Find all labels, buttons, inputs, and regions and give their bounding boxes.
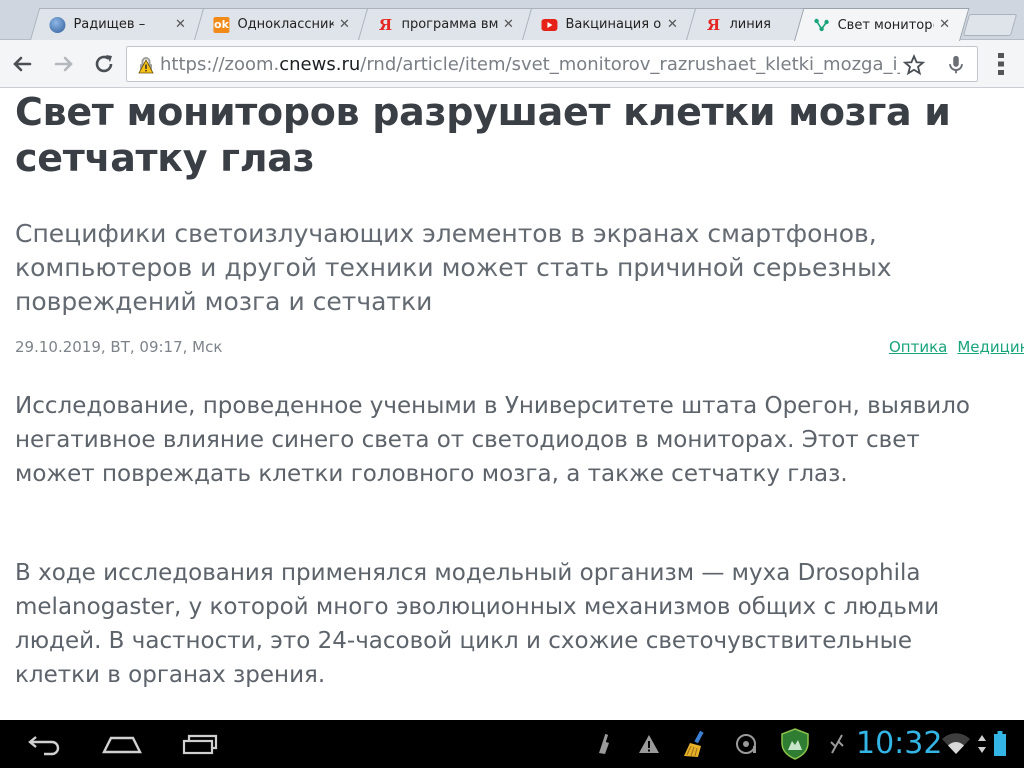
usb-debug-icon[interactable] bbox=[826, 720, 848, 768]
cnews-icon bbox=[814, 17, 830, 33]
url-path: /rnd/article/item/svet_monitorov_razrush… bbox=[360, 54, 900, 75]
back-button[interactable] bbox=[8, 50, 36, 78]
url-scheme: https://zoom. bbox=[160, 54, 280, 75]
url-host: cnews.ru bbox=[279, 54, 361, 75]
odnoklassniki-icon: ok bbox=[213, 16, 230, 33]
article-headline: Свет мониторов разрушает клетки мозга и … bbox=[15, 90, 951, 180]
reload-button[interactable] bbox=[90, 50, 118, 78]
nav-back-button[interactable] bbox=[14, 720, 74, 768]
close-icon[interactable]: ✕ bbox=[173, 17, 187, 32]
address-bar[interactable]: https://zoom.cnews.ru/rnd/article/item/s… bbox=[126, 46, 978, 82]
close-icon[interactable]: ✕ bbox=[337, 17, 351, 32]
tag-link-optika[interactable]: Оптика bbox=[889, 338, 947, 356]
cleaner-notification-icon[interactable] bbox=[592, 720, 616, 768]
tab-radishchev[interactable]: Радищев – ✕ bbox=[30, 8, 206, 40]
tab-odnoklassniki[interactable]: ok Одноклассник ✕ bbox=[194, 8, 370, 40]
microphone-icon[interactable] bbox=[945, 54, 967, 80]
bookmark-star-icon[interactable] bbox=[902, 53, 926, 80]
close-icon[interactable]: ✕ bbox=[665, 17, 679, 32]
tab-title: Радищев – bbox=[73, 17, 146, 32]
warning-notification-icon[interactable] bbox=[636, 720, 662, 768]
tab-title: Вакцинация от bbox=[565, 17, 662, 32]
tab-strip: Радищев – ✕ ok Одноклассник ✕ Я программ… bbox=[0, 0, 1024, 41]
url-text: https://zoom.cnews.ru/rnd/article/item/s… bbox=[160, 47, 900, 83]
tab-yandex-program[interactable]: Я программа вм ✕ bbox=[358, 8, 534, 40]
back-icon bbox=[28, 736, 60, 756]
tag-link-medicina[interactable]: Медицина bbox=[957, 338, 1024, 356]
status-clock[interactable]: 10:32 bbox=[856, 726, 942, 761]
nav-recent-apps-button[interactable] bbox=[170, 720, 230, 768]
youtube-icon bbox=[541, 17, 558, 33]
insecure-lock-icon bbox=[137, 56, 155, 78]
article-paragraph: Исследование, проведенное учеными в Унив… bbox=[15, 393, 970, 487]
recent-apps-icon bbox=[182, 734, 218, 755]
overflow-menu-icon[interactable] bbox=[990, 50, 1012, 82]
signal-arrows-icon bbox=[976, 720, 988, 768]
forward-button[interactable] bbox=[50, 50, 78, 78]
close-icon[interactable]: ✕ bbox=[938, 17, 952, 32]
broom-notification-icon[interactable] bbox=[680, 720, 714, 768]
browser-toolbar: https://zoom.cnews.ru/rnd/article/item/s… bbox=[0, 40, 1024, 88]
tab-title: Свет мониторо bbox=[837, 17, 934, 33]
globe-icon bbox=[49, 16, 66, 33]
web-page: Свет мониторов разрушает клетки мозга и … bbox=[0, 89, 1024, 720]
media-notification-icon[interactable] bbox=[734, 720, 760, 768]
yandex-icon: Я bbox=[378, 15, 393, 34]
security-shield-icon[interactable] bbox=[778, 720, 812, 768]
close-icon[interactable]: ✕ bbox=[501, 17, 515, 32]
tab-youtube-vaccination[interactable]: Вакцинация от ✕ bbox=[522, 8, 698, 40]
tab-title: Одноклассник bbox=[237, 17, 334, 32]
article-lead: Специфики светоизлучающих элементов в эк… bbox=[15, 219, 892, 316]
tab-cnews-active[interactable]: Свет мониторо ✕ bbox=[794, 8, 970, 41]
system-navigation-bar: 10:32 bbox=[0, 720, 1024, 768]
battery-icon bbox=[990, 720, 1010, 768]
home-icon bbox=[102, 736, 142, 754]
article-tags: Оптика Медицина bbox=[889, 338, 1024, 356]
back-arrow-icon bbox=[13, 56, 32, 72]
reload-icon bbox=[95, 55, 113, 73]
nav-home-button[interactable] bbox=[92, 720, 152, 768]
yandex-icon: Я bbox=[706, 15, 721, 34]
article-date: 29.10.2019, ВТ, 09:17, Мск bbox=[15, 338, 223, 356]
forward-arrow-icon bbox=[54, 56, 73, 72]
new-tab-button[interactable] bbox=[962, 14, 1018, 36]
wifi-icon bbox=[940, 720, 972, 768]
article-paragraph: В ходе исследования применялся модельный… bbox=[15, 560, 940, 688]
tab-title: программа вм bbox=[401, 17, 498, 32]
